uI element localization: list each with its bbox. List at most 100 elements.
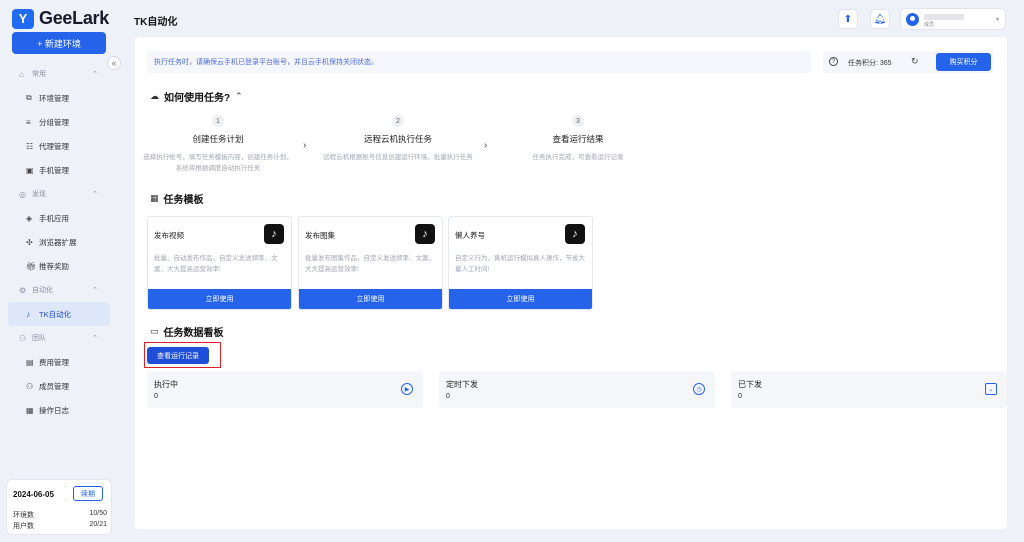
help-icon[interactable]: ? [829, 57, 838, 66]
new-environment-button[interactable]: + 新建环境 [12, 32, 106, 54]
bell-icon[interactable]: 🔔︎ [870, 9, 890, 29]
step-2: 2 远程云机执行任务 远程云机根据账号信息创建运行环境，批量执行任务 [323, 115, 473, 163]
download-icon: ⌄ [985, 383, 997, 395]
sidebar-item-browser-extensions[interactable]: ✣ 浏览器扩展 [0, 230, 118, 254]
template-card-post-gallery[interactable]: 发布图集 ♪ 批量发布图集作品，自定义发送频率、文案，大大提高运营效率! 立即使… [298, 216, 443, 310]
main-panel: 执行任务时，请确保云手机已登录平台账号，并且云手机保持关闭状态。 ? 任务积分:… [135, 37, 1007, 529]
refresh-icon[interactable]: ↻ [911, 56, 919, 67]
logo[interactable]: Y GeeLark [12, 8, 109, 29]
environment-icon: ⧉ [26, 93, 32, 102]
user-count-value: 20/21 [89, 521, 107, 528]
chevron-up-icon: ⌃ [92, 335, 98, 342]
plan-expiry-date: 2024-06-05 [13, 490, 54, 499]
nav-group-team[interactable]: ⚇ 团队 ⌃ [0, 326, 118, 350]
clock-icon: ◷ [693, 383, 705, 395]
cloud-icon: ☁ [150, 91, 159, 101]
step-title: 远程云机执行任务 [363, 134, 432, 144]
nav-group-common[interactable]: ⌂ 常用 ⌃ [0, 62, 118, 86]
step-3: 3 查看运行结果 任务执行完成，可查看运行记录 [503, 115, 653, 163]
upload-icon[interactable]: ⬆ [838, 9, 858, 29]
sidebar-item-label: 代理管理 [39, 141, 69, 151]
chevron-up-icon: ⌃ [92, 71, 98, 78]
sidebar-item-label: 推荐奖励 [39, 261, 69, 271]
phone-icon: ▣ [26, 165, 34, 175]
use-now-button[interactable]: 立即使用 [148, 289, 291, 309]
geelark-logo-icon: Y [12, 8, 34, 29]
sidebar-item-groups[interactable]: ≡ 分组管理 [0, 110, 118, 134]
use-now-button[interactable]: 立即使用 [449, 289, 592, 309]
members-icon: ⚇ [26, 381, 34, 391]
nav-group-label: 常用 [32, 71, 46, 78]
stat-card-dispatched: 已下发 0 ⌄ [731, 371, 1007, 408]
sidebar-item-tk-automation[interactable]: ♪ TK自动化 [8, 302, 110, 326]
tiktok-icon: ♪ [565, 224, 585, 244]
step-description: 任务执行完成，可查看运行记录 [532, 154, 624, 161]
stat-label: 执行中 [154, 380, 178, 389]
chevron-right-icon: › [484, 140, 488, 151]
template-card-account-warmup[interactable]: 懒人养号 ♪ 自定义行为，真机运行模拟真人操作，节省大量人工时间! 立即使用 [448, 216, 593, 310]
user-count-row: 用户数 20/21 [13, 521, 107, 531]
view-run-records-button[interactable]: 查看运行记录 [147, 347, 209, 364]
how-to-section-title: ☁ 如何使用任务? ⌃ [150, 89, 243, 104]
collapse-circle-icon[interactable]: ⌃ [235, 91, 243, 102]
chevron-up-icon: ⌃ [92, 191, 98, 198]
sidebar-item-label: 成员管理 [39, 381, 69, 391]
step-number: 1 [212, 115, 224, 127]
step-description: 远程云机根据账号信息创建运行环境，批量执行任务 [323, 154, 473, 161]
sidebar-item-proxies[interactable]: ☷ 代理管理 [0, 134, 118, 158]
templates-section-title: ▦ 任务模板 [150, 191, 204, 206]
buy-points-button[interactable]: 购买积分 [936, 53, 991, 71]
extension-icon: ✣ [26, 237, 33, 247]
tiktok-icon: ♪ [264, 224, 284, 244]
sidebar-item-label: 手机管理 [39, 165, 69, 175]
points-panel: ? 任务积分: 365 ↻ 购买积分 [823, 51, 993, 73]
sidebar-item-label: 分组管理 [39, 117, 69, 127]
sidebar-nav: ⌂ 常用 ⌃ ⧉ 环境管理 ≡ 分组管理 ☷ 代理管理 ▣ 手机管理 ◎ 发现 … [0, 62, 118, 422]
chevron-up-icon: ⌃ [92, 287, 98, 294]
use-now-button[interactable]: 立即使用 [299, 289, 442, 309]
sidebar-item-label: 手机应用 [39, 213, 69, 223]
template-description: 批量发布图集作品，自定义发送频率、文案，大大提高运营效率! [305, 255, 435, 273]
step-title: 查看运行结果 [552, 134, 604, 144]
dashboard-section-title: ▭ 任务数据看板 [150, 324, 224, 339]
top-bar: TK自动化 ⬆ 🔔︎ 成员 ▾ [118, 0, 1024, 38]
nav-group-discover[interactable]: ◎ 发现 ⌃ [0, 182, 118, 206]
sidebar-item-environments[interactable]: ⧉ 环境管理 [0, 86, 118, 110]
sidebar-item-phone-apps[interactable]: ◈ 手机应用 [0, 206, 118, 230]
nav-group-label: 团队 [32, 335, 46, 342]
sidebar-item-referral-rewards[interactable]: 🎁︎ 推荐奖励 [0, 254, 118, 278]
log-icon: ▦ [26, 405, 34, 415]
env-count-row: 环境数 10/50 [13, 510, 107, 520]
env-count-label: 环境数 [13, 512, 34, 519]
sidebar-item-billing[interactable]: ▤ 费用管理 [0, 350, 118, 374]
templates-title: 任务模板 [163, 195, 204, 206]
task-points-label: 任务积分: 365 [848, 60, 892, 67]
billing-icon: ▤ [26, 357, 34, 367]
user-name-redacted [924, 14, 964, 20]
gift-icon: 🎁︎ [26, 261, 37, 271]
renew-button[interactable]: 续期 [73, 486, 103, 501]
logo-text: GeeLark [39, 8, 109, 28]
home-icon: ⌂ [19, 69, 24, 79]
user-menu[interactable]: 成员 ▾ [900, 8, 1006, 30]
plan-card: 2024-06-05 续期 环境数 10/50 用户数 20/21 [6, 479, 112, 535]
template-card-post-video[interactable]: 发布视频 ♪ 批量、自动发布作品，自定义发送频率、文案，大大提高运营效率! 立即… [147, 216, 292, 310]
step-description: 选择执行帐号，填写任务模板内容，创建任务计划，系统将根据调度自动执行任务 [143, 154, 293, 172]
nav-group-label: 自动化 [32, 287, 53, 294]
sidebar-item-operation-logs[interactable]: ▦ 操作日志 [0, 398, 118, 422]
template-name: 发布视频 [154, 231, 184, 240]
sidebar-item-label: 环境管理 [39, 93, 69, 103]
collapse-sidebar-icon[interactable]: « [107, 56, 121, 70]
discover-icon: ◎ [19, 189, 26, 199]
step-title: 创建任务计划 [192, 134, 244, 144]
stat-label: 已下发 [738, 380, 762, 389]
apps-icon: ◈ [26, 213, 33, 223]
step-1: 1 创建任务计划 选择执行帐号，填写任务模板内容，创建任务计划，系统将根据调度自… [143, 115, 293, 174]
sidebar-item-phones[interactable]: ▣ 手机管理 [0, 158, 118, 182]
sidebar-item-members[interactable]: ⚇ 成员管理 [0, 374, 118, 398]
chevron-down-icon: ▾ [995, 17, 999, 23]
automation-icon: ⚙ [19, 285, 27, 295]
proxy-icon: ☷ [26, 141, 34, 151]
nav-group-automation[interactable]: ⚙ 自动化 ⌃ [0, 278, 118, 302]
tiktok-icon: ♪ [26, 309, 30, 319]
